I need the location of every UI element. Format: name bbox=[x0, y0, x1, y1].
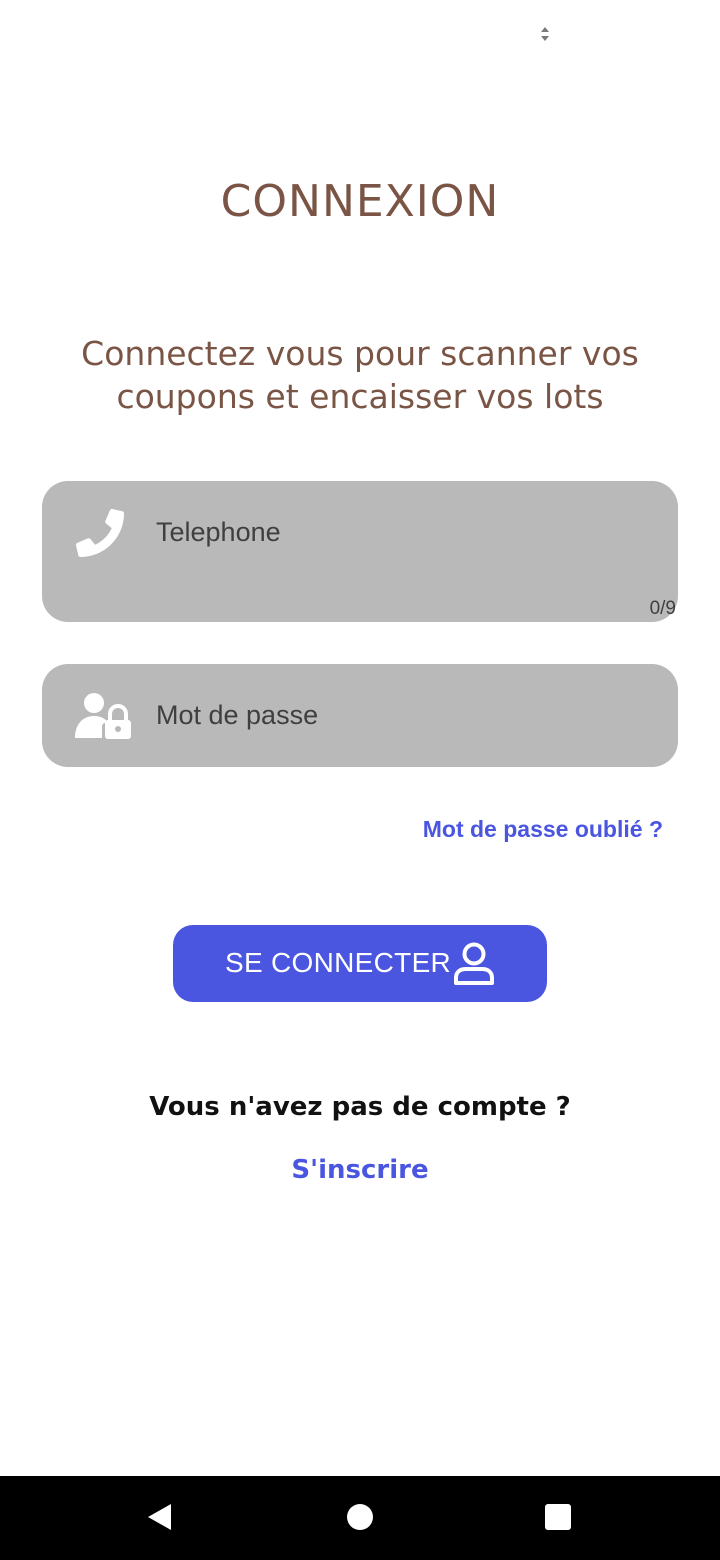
login-screen: CONNEXION Connectez vous pour scanner vo… bbox=[0, 0, 720, 1560]
page-subtitle: Connectez vous pour scanner vos coupons … bbox=[81, 334, 639, 416]
signup-link[interactable]: S'inscrire bbox=[0, 1155, 720, 1185]
user-lock-icon bbox=[75, 693, 131, 739]
no-account-text: Vous n'avez pas de compte ? bbox=[149, 1092, 571, 1122]
forgot-password-link[interactable]: Mot de passe oublié ? bbox=[423, 816, 663, 843]
page-title: CONNEXION bbox=[220, 176, 500, 227]
home-circle-icon[interactable] bbox=[345, 1502, 375, 1532]
login-button[interactable]: SE CONNECTER bbox=[173, 925, 547, 1002]
phone-char-counter: 0/9 bbox=[649, 598, 676, 619]
recents-square-icon[interactable] bbox=[543, 1502, 573, 1532]
password-input[interactable] bbox=[156, 695, 636, 735]
navigation-bar bbox=[0, 1476, 720, 1560]
back-triangle-icon[interactable] bbox=[145, 1502, 175, 1532]
sort-arrows-icon bbox=[541, 27, 549, 41]
login-button-label: SE CONNECTER bbox=[225, 947, 452, 978]
phone-input[interactable] bbox=[156, 512, 636, 552]
phone-field[interactable]: 0/9 bbox=[42, 481, 678, 622]
phone-icon bbox=[76, 509, 124, 557]
user-icon bbox=[454, 942, 494, 985]
password-field[interactable] bbox=[42, 664, 678, 767]
